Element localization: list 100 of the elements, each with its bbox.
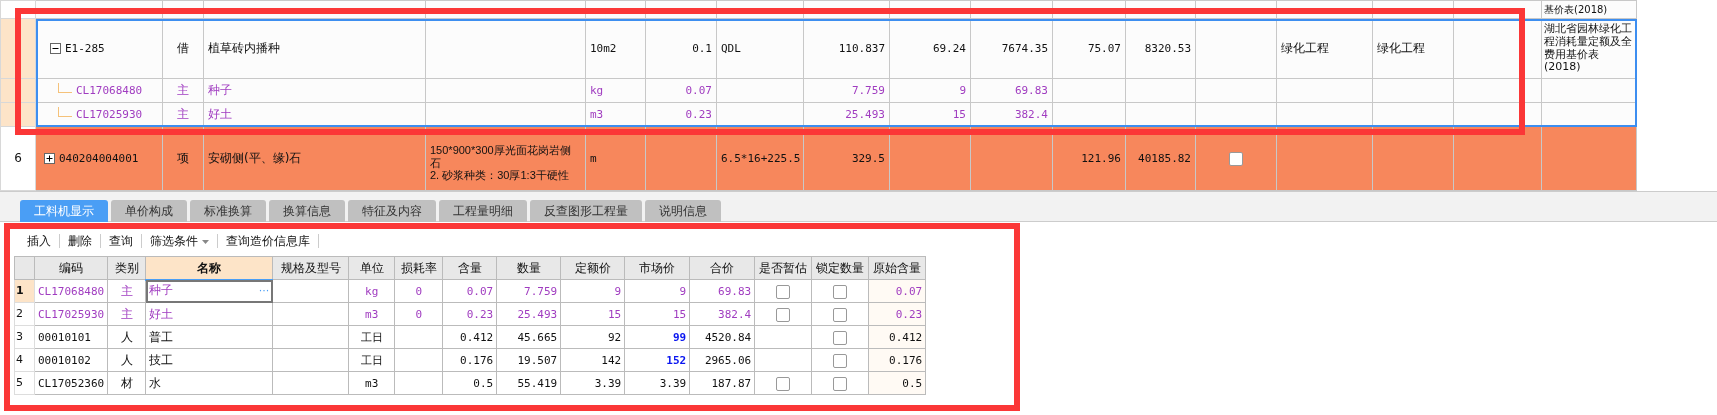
column-header[interactable]: 名称	[145, 256, 273, 280]
row-number: 6	[14, 151, 22, 166]
table-cell-text: 7.759	[524, 284, 558, 298]
column-header[interactable]: 损耗率	[394, 256, 443, 280]
checkbox[interactable]	[776, 376, 791, 391]
toolbar-button[interactable]: 删除	[60, 234, 101, 248]
checkbox[interactable]	[1229, 151, 1243, 166]
table-cell-text: 0.07	[685, 84, 712, 98]
table-cell-text: 152	[666, 353, 687, 367]
table-cell-text: 00010102	[38, 353, 91, 367]
table-cell-text: 0.07	[466, 284, 494, 298]
table-cell-text: 主	[120, 284, 133, 298]
checkbox[interactable]	[833, 330, 848, 345]
column-header[interactable]: 合价	[689, 256, 755, 280]
table-cell-text: 9	[959, 84, 966, 98]
column-header[interactable]: 含量	[442, 256, 497, 280]
column-header[interactable]: 数量	[496, 256, 561, 280]
checkbox[interactable]	[776, 284, 791, 299]
splitter-bar[interactable]	[0, 191, 1717, 201]
table-cell-text: CL17068480	[38, 284, 105, 298]
table-cell-text: 项	[177, 151, 189, 166]
column-header[interactable]: 规格及型号	[272, 256, 349, 280]
tab[interactable]: 单价构成	[111, 200, 187, 222]
table-cell-text: 材	[120, 376, 133, 390]
toolbar-button[interactable]: 查询造价信息库	[217, 234, 319, 248]
column-header[interactable]: 定额价	[560, 256, 625, 280]
table-cell-text: 湖北省园林绿化工程消耗量定额及全费用基价表(2018)	[1544, 22, 1632, 74]
table-cell-text: 382.4	[718, 307, 752, 321]
column-header[interactable]: 类别	[107, 256, 146, 280]
table-cell-text: 00010101	[38, 330, 91, 344]
table-cell-text: 人	[120, 330, 133, 344]
table-cell-text: 人	[120, 353, 133, 367]
table-cell-text: 0.176	[460, 353, 494, 367]
caret-icon	[201, 239, 209, 244]
row-number: 5	[14, 371, 35, 395]
tab[interactable]: 工程量明细	[439, 200, 527, 222]
table-cell-text: 15	[952, 108, 966, 122]
table-cell-text: 绿化工程	[1281, 41, 1329, 56]
column-header[interactable]: 单位	[348, 256, 395, 280]
column-header[interactable]: 原始含量	[868, 256, 926, 280]
table-cell-text: m3	[365, 307, 379, 321]
table-cell-text: kg	[365, 284, 379, 298]
row-number: 3	[14, 325, 35, 349]
table-cell-text: E1-285	[65, 42, 105, 56]
row-number: 1	[14, 279, 35, 303]
column-header[interactable]: 锁定数量	[811, 256, 869, 280]
table-cell-text: 69.24	[932, 42, 966, 56]
table-cell-text: CL17025930	[76, 108, 143, 122]
table-cell-text: 好土	[208, 107, 232, 122]
table-cell-text: 110.837	[838, 42, 885, 56]
table-cell-text: 25.493	[845, 108, 885, 122]
table-cell-text: CL17068480	[76, 84, 143, 98]
table-cell-text: 7674.35	[1001, 42, 1048, 56]
table-cell-text: 基价表(2018)	[1544, 3, 1608, 15]
table-cell-text: 92	[608, 330, 622, 344]
table-cell-text: 0.23	[466, 307, 494, 321]
checkbox[interactable]	[833, 376, 848, 391]
checkbox[interactable]	[833, 284, 848, 299]
table-cell-text: 69.83	[1014, 84, 1048, 98]
expand-toggle-icon[interactable]	[44, 153, 55, 165]
table-cell-text: 25.493	[517, 307, 558, 321]
table-cell-text: 好土	[149, 307, 174, 321]
table-cell-text: 主	[177, 83, 189, 98]
toolbar-button[interactable]: 筛选条件	[142, 234, 218, 248]
table-cell-text: 45.665	[517, 330, 558, 344]
table-cell-text: 6.5*16+225.5	[721, 152, 801, 166]
toolbar-button[interactable]: 查询	[101, 234, 142, 248]
collapse-toggle-icon[interactable]	[50, 43, 61, 55]
tab[interactable]: 特征及内容	[348, 200, 436, 222]
table-cell-text: 99	[673, 330, 687, 344]
table-cell-text: 121.96	[1081, 152, 1121, 166]
table-cell-text: 187.87	[711, 376, 752, 390]
table-cell-text: 种子	[149, 283, 174, 298]
table-cell-text: 4520.84	[704, 330, 752, 344]
checkbox[interactable]	[833, 307, 848, 322]
table-cell-text: 种子	[208, 83, 232, 98]
tab[interactable]: 标准换算	[190, 200, 266, 222]
column-header[interactable]: 是否暂估	[754, 256, 812, 280]
tab[interactable]: 换算信息	[269, 200, 345, 222]
checkbox[interactable]	[833, 353, 848, 368]
table-cell-text: 0.412	[460, 330, 494, 344]
checkbox[interactable]	[776, 307, 791, 322]
table-cell-text: 借	[177, 41, 189, 56]
table-cell-text: 绿化工程	[1377, 41, 1425, 56]
table-cell-text: CL17025930	[38, 307, 105, 321]
table-cell-text: 040204004001	[59, 152, 139, 166]
table-cell-text: 10m2	[590, 42, 617, 56]
column-header[interactable]: 编码	[34, 256, 108, 280]
table-cell-text: 382.4	[1014, 108, 1048, 122]
toolbar-button[interactable]: 插入	[19, 234, 60, 248]
table-cell-text: 工日	[360, 330, 383, 344]
table-cell-text: 3.39	[594, 376, 622, 390]
table-cell-text: 2965.06	[704, 353, 752, 367]
table-cell-text: 安砌侧(平、缘)石	[208, 151, 302, 166]
tab[interactable]: 说明信息	[645, 200, 721, 222]
column-header[interactable]: 市场价	[624, 256, 690, 280]
tab[interactable]: 反查图形工程量	[530, 200, 642, 222]
table-cell-text: 142	[601, 353, 622, 367]
table-cell-text: QDL	[721, 42, 741, 56]
table-cell-text: m3	[590, 108, 604, 122]
